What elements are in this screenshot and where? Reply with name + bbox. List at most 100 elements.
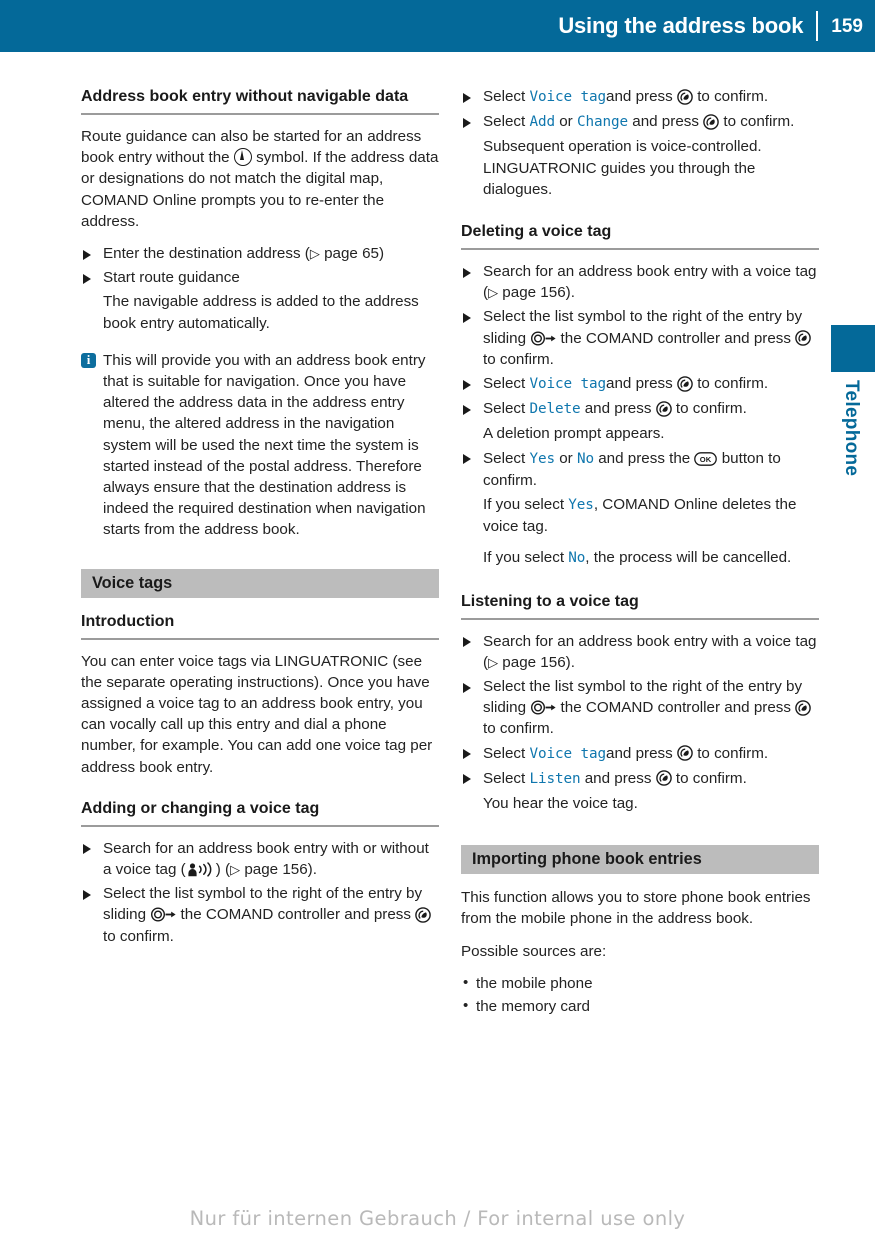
step-text: Select [483,375,526,393]
page-reference-label: page 156). [502,653,575,671]
step-text-mid: and press [606,744,673,762]
navigable-symbol-icon [233,147,252,166]
step-listen-detail: You hear the voice tag. [483,795,638,813]
command-voice-tag[interactable]: Voice tag [529,376,606,392]
step-text-mid: ) ( [215,861,231,879]
heading-deleting-voice-tag: Deleting a voice tag [461,221,819,251]
step-text-mid: and press [606,375,673,393]
step-text-end: to confirm. [483,720,554,738]
detail-text: If you select [483,496,565,514]
comand-controller-slide-icon [531,331,556,346]
step-text: Select [483,400,526,418]
comand-controller-press-icon [677,88,693,105]
command-change[interactable]: Change [577,114,628,130]
section-heading-importing-phone-book-entries: Importing phone book entries [461,845,819,875]
info-icon [81,352,96,369]
command-yes[interactable]: Yes [568,497,594,513]
step-text: Select [483,113,526,131]
step-enter-destination: Enter the destination address (▷ page 65… [81,243,439,264]
step-text: Enter the destination address ( [103,245,310,263]
command-voice-tag[interactable]: Voice tag [529,746,606,762]
comand-controller-press-icon [677,745,693,761]
step-text-end: to confirm. [723,113,795,131]
step-text-or: or [559,113,573,131]
command-delete[interactable]: Delete [529,401,580,417]
step-listen-search-entry: Search for an address book entry with a … [461,631,819,673]
introduction-paragraph: You can enter voice tags via LINGUATRONI… [81,652,433,776]
step-text-mid: and press [632,113,699,131]
step-delete-no-detail: If you select No, the process will be ca… [461,547,819,569]
step-text-mid: and press [606,88,673,105]
comand-controller-press-icon [795,699,812,716]
comand-controller-slide-icon [151,907,176,922]
step-text-mid: and press [584,769,652,787]
voice-tag-symbol-icon [188,862,212,877]
comand-controller-press-icon [795,330,812,346]
detail-text: If you select [483,549,565,567]
step-text-mid: and press the [598,449,691,467]
step-text-end: to confirm. [675,769,747,787]
comand-controller-press-icon [415,907,432,923]
command-no[interactable]: No [568,550,585,566]
step-delete-search-entry: Search for an address book entry with a … [461,261,819,303]
step-start-route-guidance: Start route guidance [81,267,439,288]
detail-text-end: , the process will be cancelled. [585,549,792,567]
step-text: Select [483,449,526,467]
step-select-add-or-change: Select Add or Change and press to confir… [461,111,819,133]
page-reference-arrow-icon: ▷ [230,862,241,878]
comand-controller-press-icon [655,400,672,417]
command-add[interactable]: Add [529,114,555,130]
step-listen-select-listen: Select Listen and press to confirm. [461,768,819,790]
page-reference-label: page 156). [244,861,317,879]
step-delete-prompt-detail: A deletion prompt appears. [483,425,665,443]
left-column: Address book entry without navigable dat… [81,86,439,950]
step-text-mid: the COMAND controller and press [560,329,791,347]
page-header-bar: Using the address book 159 [0,0,875,52]
intro-paragraph: Route guidance can also be started for a… [81,126,439,232]
step-select-add-or-change-detail: Subsequent operation is voice-controlled… [483,138,762,198]
step-text-end: to confirm. [697,375,769,393]
list-item: the memory card [461,995,819,1017]
page-reference-arrow-icon: ▷ [309,246,320,262]
step-search-entry-with-or-without-tag: Search for an address book entry with or… [81,838,439,880]
step-text-end: to confirm. [103,927,174,945]
page-title: Using the address book [558,13,804,38]
command-listen[interactable]: Listen [529,771,580,787]
importing-paragraph: This function allows you to store phone … [461,889,811,928]
possible-sources-label: Possible sources are: [461,942,607,960]
command-no[interactable]: No [577,451,594,467]
heading-listening-voice-tag: Listening to a voice tag [461,591,819,620]
step-delete-select-delete: Select Delete and press to confirm. [461,398,819,420]
comand-controller-press-icon [655,770,672,787]
step-text-mid: the COMAND controller and press [560,699,791,717]
heading-introduction: Introduction [81,611,439,640]
page-reference-arrow-icon: ▷ [488,654,499,670]
comand-controller-press-icon [677,375,693,392]
step-delete-select-list-symbol: Select the list symbol to the right of t… [461,306,819,370]
step-select-list-symbol: Select the list symbol to the right of t… [81,883,439,947]
step-select-voice-tag-top: Select Voice tagand press to confirm. [461,86,819,108]
info-note-text: This will provide you with an address bo… [103,351,426,539]
command-yes[interactable]: Yes [529,451,555,467]
heading-address-book-entry: Address book entry without navigable dat… [81,86,439,115]
step-text-mid: and press [584,400,652,418]
step-text-or: or [559,449,573,467]
comand-controller-press-icon [703,113,719,130]
heading-adding-changing-voice-tag: Adding or changing a voice tag [81,798,439,827]
right-column: Select Voice tagand press to confirm. Se… [461,86,819,1019]
step-text-end: to confirm. [483,350,554,368]
step-delete-select-voice-tag: Select Voice tagand press to confirm. [461,373,819,395]
chapter-tab-label: Telephone [841,380,862,477]
page-reference-label: page 156). [502,284,575,302]
command-voice-tag[interactable]: Voice tag [529,89,606,105]
list-item: the mobile phone [461,972,819,994]
page-number: 159 [831,15,863,37]
step-delete-yes-detail: If you select Yes, COMAND Online deletes… [461,494,819,537]
comand-controller-slide-icon [531,700,556,715]
step-text: Select [483,744,526,762]
step-text-mid: the COMAND controller and press [180,906,411,924]
